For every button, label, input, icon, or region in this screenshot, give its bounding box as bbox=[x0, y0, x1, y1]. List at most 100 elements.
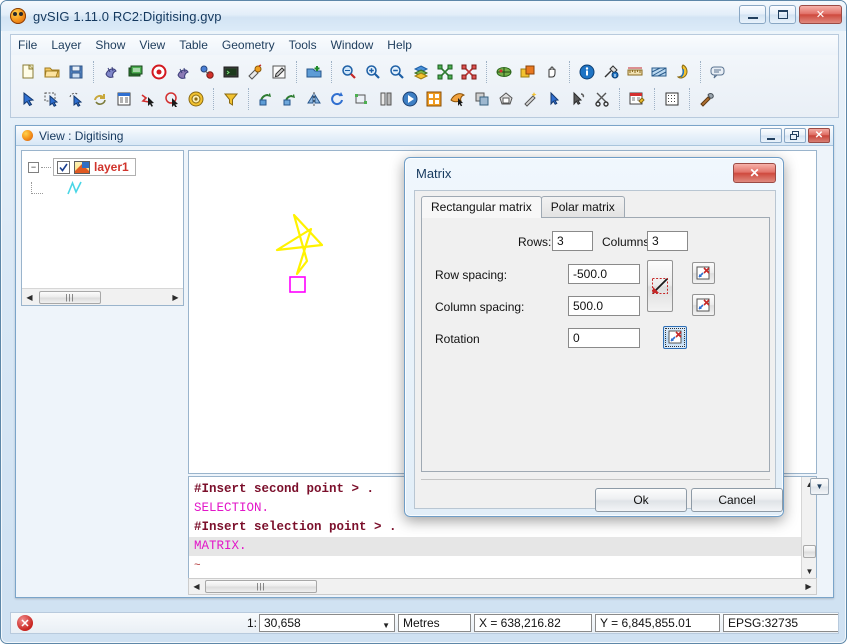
snapping-icon[interactable] bbox=[244, 61, 266, 83]
save-project-icon[interactable] bbox=[65, 61, 87, 83]
symmetry-icon[interactable] bbox=[303, 88, 325, 110]
ok-button[interactable]: Ok bbox=[595, 488, 687, 512]
pick-diagonal-icon[interactable] bbox=[647, 260, 673, 312]
scale-value[interactable]: 30,658 bbox=[260, 616, 301, 630]
scroll-thumb[interactable]: ||| bbox=[39, 290, 101, 304]
error-status-icon[interactable]: ✕ bbox=[17, 615, 33, 631]
duplicate-icon[interactable] bbox=[471, 88, 493, 110]
rotate-geometry-icon[interactable] bbox=[255, 88, 277, 110]
zoom-previous-icon[interactable] bbox=[338, 61, 360, 83]
select-rectangle-icon[interactable] bbox=[41, 88, 63, 110]
scroll-thumb[interactable]: ||| bbox=[205, 580, 317, 593]
scroll-left-arrow[interactable]: ◀ bbox=[189, 579, 204, 594]
select-polygon-icon[interactable] bbox=[65, 88, 87, 110]
table-edit-icon[interactable] bbox=[626, 88, 648, 110]
layer-properties-icon[interactable] bbox=[124, 61, 146, 83]
view-restore-button[interactable] bbox=[784, 128, 806, 143]
scroll-right-arrow[interactable]: ▶ bbox=[168, 290, 183, 305]
zoom-to-selection-icon[interactable] bbox=[434, 61, 456, 83]
toc-horizontal-scrollbar[interactable]: ◀ ||| ▶ bbox=[22, 288, 183, 305]
columns-input[interactable]: 3 bbox=[647, 231, 688, 251]
undo-redo-icon[interactable] bbox=[89, 88, 111, 110]
view-horizontal-scrollbar[interactable]: ◀ ||| ▶ bbox=[188, 578, 817, 595]
select-by-buffer-icon[interactable] bbox=[185, 88, 207, 110]
rows-input[interactable]: 3 bbox=[552, 231, 593, 251]
magic-wand-icon[interactable] bbox=[519, 88, 541, 110]
scroll-down-arrow[interactable]: ▼ bbox=[802, 564, 816, 579]
row-spacing-input[interactable]: -500.0 bbox=[568, 264, 640, 284]
cancel-button[interactable]: Cancel bbox=[691, 488, 783, 512]
add-layer-icon[interactable] bbox=[100, 61, 122, 83]
menu-item-view[interactable]: View bbox=[132, 36, 172, 54]
select-by-polyline-icon[interactable] bbox=[137, 88, 159, 110]
explode-icon[interactable] bbox=[495, 88, 517, 110]
tools-icon[interactable] bbox=[696, 88, 718, 110]
console-icon[interactable] bbox=[220, 61, 242, 83]
measure-area-icon[interactable] bbox=[648, 61, 670, 83]
add-view-layer-icon[interactable] bbox=[303, 61, 325, 83]
menu-item-help[interactable]: Help bbox=[380, 36, 419, 54]
tab-polar-matrix[interactable]: Polar matrix bbox=[540, 196, 625, 218]
maximize-button[interactable] bbox=[769, 5, 796, 24]
rotation-input[interactable]: 0 bbox=[568, 328, 640, 348]
zoom-out-icon[interactable] bbox=[386, 61, 408, 83]
close-button[interactable]: ✕ bbox=[799, 5, 842, 24]
rotate-icon[interactable] bbox=[327, 88, 349, 110]
zoom-layer-extent-icon[interactable] bbox=[458, 61, 480, 83]
frame-tool-icon[interactable] bbox=[517, 61, 539, 83]
scroll-track[interactable]: ||| bbox=[204, 579, 801, 594]
collapse-expander-icon[interactable]: − bbox=[28, 161, 39, 173]
stretch-icon[interactable] bbox=[351, 88, 373, 110]
pan-icon[interactable] bbox=[541, 61, 563, 83]
zoom-full-extent-icon[interactable] bbox=[410, 61, 432, 83]
matrix-dialog-close-button[interactable]: ✕ bbox=[733, 163, 776, 183]
menu-item-table[interactable]: Table bbox=[172, 36, 215, 54]
pick-column-spacing-icon[interactable] bbox=[692, 294, 715, 316]
pick-rotation-icon[interactable] bbox=[663, 326, 687, 349]
scroll-right-arrow[interactable]: ▶ bbox=[801, 579, 816, 594]
menu-item-tools[interactable]: Tools bbox=[282, 36, 324, 54]
filter-icon[interactable] bbox=[220, 88, 242, 110]
open-project-icon[interactable] bbox=[41, 61, 63, 83]
scroll-left-arrow[interactable]: ◀ bbox=[22, 290, 37, 305]
scroll-thumb[interactable] bbox=[803, 545, 816, 558]
layer-export-icon[interactable] bbox=[172, 61, 194, 83]
select-by-circle-icon[interactable] bbox=[161, 88, 183, 110]
start-editing-icon[interactable] bbox=[148, 61, 170, 83]
layer-node[interactable]: layer1 bbox=[53, 158, 136, 176]
hyperlink-icon[interactable] bbox=[600, 61, 622, 83]
menu-item-window[interactable]: Window bbox=[324, 36, 381, 54]
scale-combobox[interactable]: 30,658 ▼ bbox=[259, 614, 395, 632]
copy-geometry-icon[interactable] bbox=[399, 88, 421, 110]
layer-visibility-checkbox[interactable] bbox=[57, 160, 70, 174]
add-event-layer-icon[interactable] bbox=[196, 61, 218, 83]
menu-item-file[interactable]: File bbox=[11, 36, 44, 54]
view-close-button[interactable]: ✕ bbox=[808, 128, 830, 143]
select-pointer-icon[interactable] bbox=[17, 88, 39, 110]
console-dropdown-button[interactable]: ▼ bbox=[810, 478, 829, 495]
minimize-button[interactable] bbox=[739, 5, 766, 24]
locator-icon[interactable] bbox=[493, 61, 515, 83]
scroll-track[interactable]: ||| bbox=[37, 290, 168, 305]
catalog-icon[interactable] bbox=[672, 61, 694, 83]
edit-properties-icon[interactable] bbox=[268, 61, 290, 83]
menu-item-layer[interactable]: Layer bbox=[44, 36, 88, 54]
measure-distance-icon[interactable] bbox=[624, 61, 646, 83]
matrix-icon[interactable] bbox=[423, 88, 445, 110]
join-icon[interactable] bbox=[447, 88, 469, 110]
view-minimize-button[interactable] bbox=[760, 128, 782, 143]
chevron-down-icon[interactable]: ▼ bbox=[382, 621, 390, 630]
tab-rectangular-matrix[interactable]: Rectangular matrix bbox=[421, 196, 542, 218]
pick-row-spacing-icon[interactable] bbox=[692, 262, 715, 284]
scale-geometry-icon[interactable] bbox=[279, 88, 301, 110]
edit-vertex-icon[interactable] bbox=[543, 88, 565, 110]
split-icon[interactable] bbox=[375, 88, 397, 110]
new-project-icon[interactable] bbox=[17, 61, 39, 83]
erase-icon[interactable] bbox=[567, 88, 589, 110]
menu-item-geometry[interactable]: Geometry bbox=[215, 36, 282, 54]
zoom-in-icon[interactable] bbox=[362, 61, 384, 83]
info-icon[interactable] bbox=[576, 61, 598, 83]
grid-settings-icon[interactable] bbox=[661, 88, 683, 110]
column-spacing-input[interactable]: 500.0 bbox=[568, 296, 640, 316]
cut-icon[interactable] bbox=[591, 88, 613, 110]
